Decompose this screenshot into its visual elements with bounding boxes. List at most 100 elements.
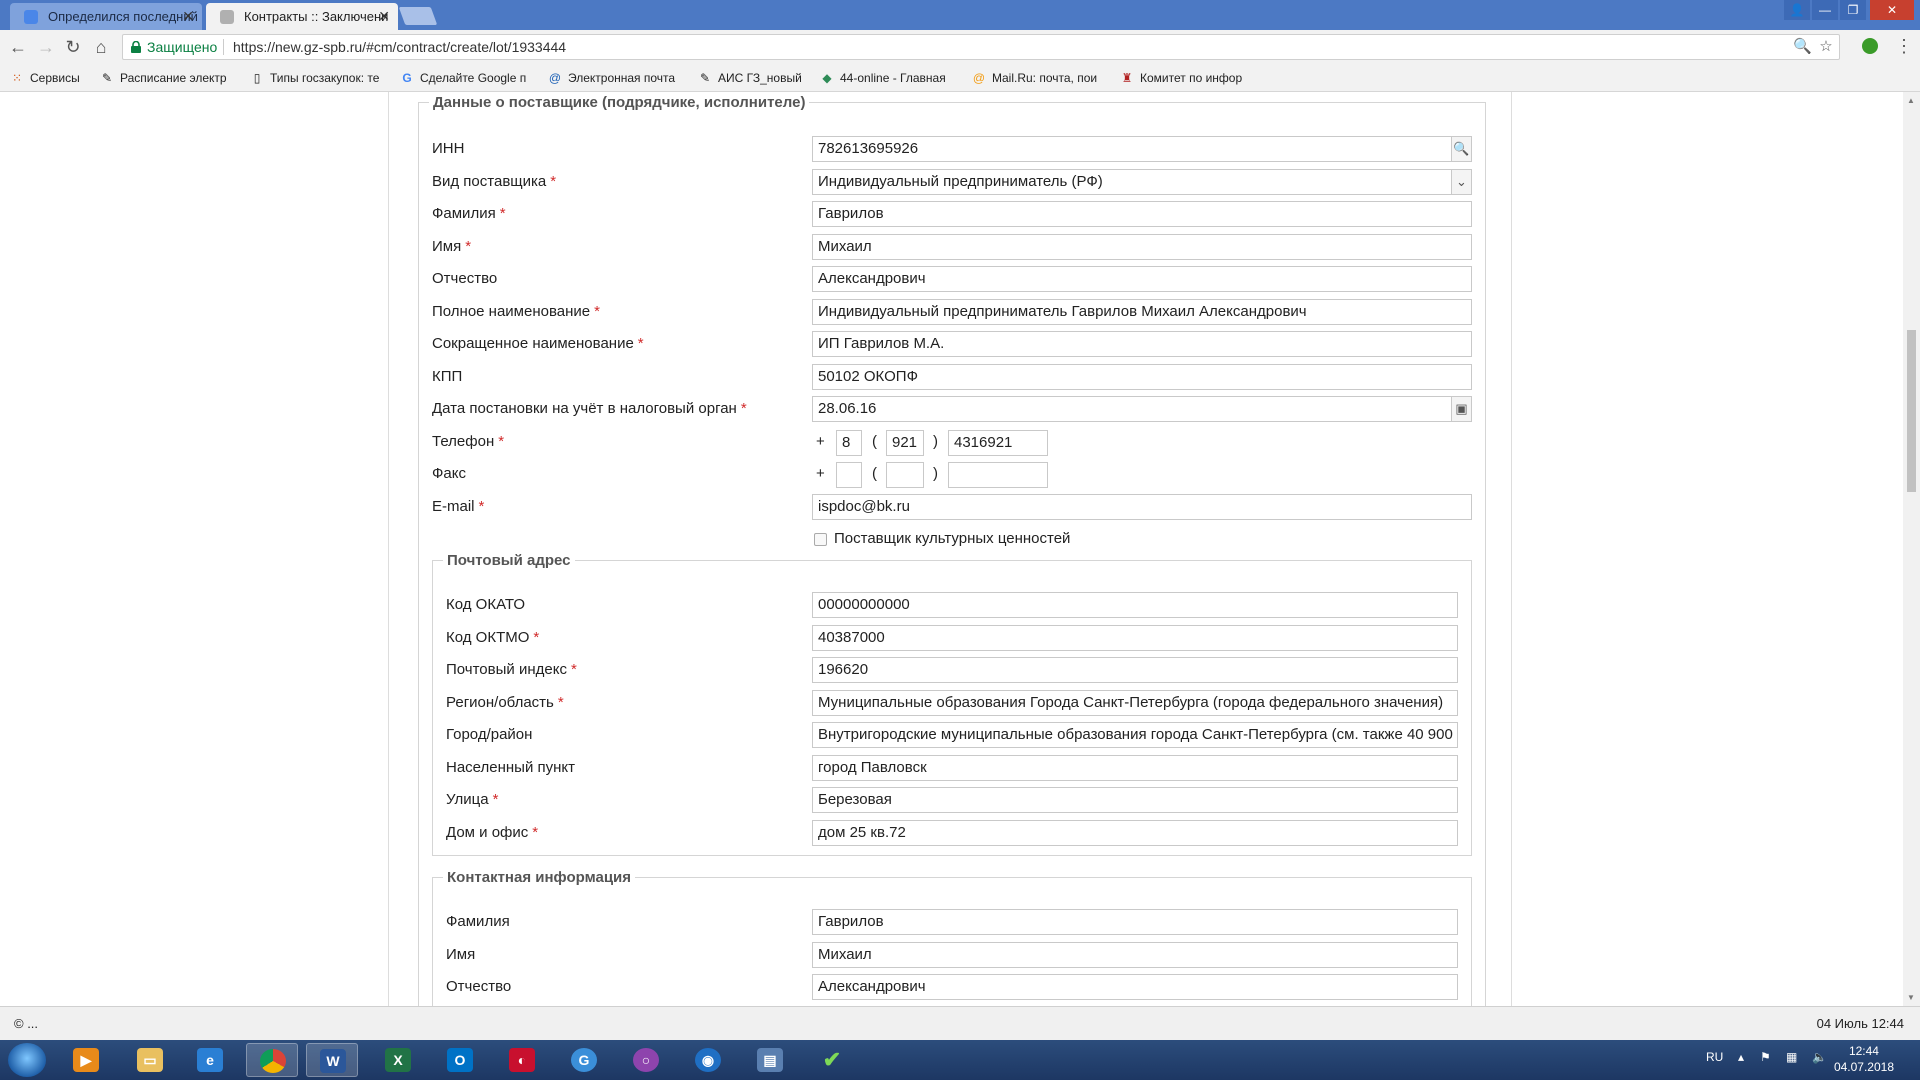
bookmark-44-online[interactable]: ◆ 44-online - Главная <box>820 70 962 86</box>
bookmark-google[interactable]: G Сделайте Google п <box>400 70 538 86</box>
disk-app-icon: ◉ <box>695 1048 721 1072</box>
contact-middle-name-field[interactable]: Александрович <box>812 974 1458 1000</box>
house-field[interactable]: дом 25 кв.72 <box>812 820 1458 846</box>
middle-name-field[interactable]: Александрович <box>812 266 1472 292</box>
taskbar-app-disk[interactable]: ◉ <box>682 1043 734 1077</box>
network-icon[interactable]: ▦ <box>1786 1050 1797 1064</box>
taskbar-app-check[interactable]: ✔ <box>806 1043 858 1077</box>
vertical-scrollbar[interactable]: ▲ ▼ <box>1903 92 1920 1006</box>
site-favicon-icon <box>24 10 38 24</box>
forward-arrow-icon[interactable]: → <box>36 37 56 57</box>
short-name-label: Сокращенное наименование * <box>432 335 644 352</box>
inn-field[interactable]: 782613695926 🔍 <box>812 136 1472 162</box>
taskbar-explorer[interactable]: ▭ <box>124 1043 176 1077</box>
close-tab-icon[interactable]: ✕ <box>182 3 194 30</box>
search-icon[interactable]: 🔍 <box>1451 137 1471 161</box>
last-name-field[interactable]: Гаврилов <box>812 201 1472 227</box>
email-field[interactable]: ispdoc@bk.ru <box>812 494 1472 520</box>
new-tab-button[interactable] <box>398 7 438 25</box>
fax-close-paren: ) <box>933 465 938 482</box>
action-center-icon[interactable]: ⚑ <box>1760 1050 1771 1064</box>
tool-icon: ✎ <box>101 71 113 85</box>
fax-plus: + <box>816 465 825 482</box>
reload-icon[interactable]: ↻ <box>63 37 83 57</box>
extension-icon[interactable] <box>1862 38 1878 54</box>
short-name-field[interactable]: ИП Гаврилов М.А. <box>812 331 1472 357</box>
home-icon[interactable]: ⌂ <box>91 37 111 57</box>
address-bar[interactable]: Защищено https://new.gz-spb.ru/#cm/contr… <box>122 34 1840 60</box>
user-icon[interactable]: 👤 <box>1784 0 1810 20</box>
taskbar-ie[interactable]: e <box>184 1043 236 1077</box>
postal-index-field[interactable]: 196620 <box>812 657 1458 683</box>
calendar-icon[interactable]: ▣ <box>1451 397 1471 421</box>
menu-kebab-icon[interactable]: ⋮ <box>1895 36 1913 56</box>
street-field[interactable]: Березовая <box>812 787 1458 813</box>
taskbar-app-purple[interactable]: ○ <box>620 1043 672 1077</box>
region-label: Регион/область * <box>446 694 564 711</box>
kpp-field[interactable]: 50102 ОКОПФ <box>812 364 1472 390</box>
zoom-icon[interactable]: 🔍 <box>1793 38 1812 56</box>
full-name-field[interactable]: Индивидуальный предприниматель Гаврилов … <box>812 299 1472 325</box>
bookmark-procurement-types[interactable]: ▯ Типы госзакупок: те <box>250 70 390 86</box>
maximize-button[interactable]: ❐ <box>1840 0 1866 20</box>
minimize-button[interactable]: — <box>1812 0 1838 20</box>
taskbar-chrome[interactable] <box>246 1043 298 1077</box>
taskbar-clock[interactable]: 12:44 04.07.2018 <box>1834 1043 1894 1075</box>
tray-expand-icon[interactable]: ▴ <box>1738 1050 1744 1064</box>
taskbar-outlook[interactable]: O <box>434 1043 486 1077</box>
middle-name-label: Отчество <box>432 270 498 287</box>
language-indicator[interactable]: RU <box>1706 1050 1723 1064</box>
internet-explorer-icon: e <box>197 1048 223 1072</box>
street-label: Улица * <box>446 791 499 808</box>
at-icon: @ <box>972 71 986 85</box>
contact-last-name-field[interactable]: Гаврилов <box>812 909 1458 935</box>
culture-supplier-checkbox[interactable] <box>814 533 827 546</box>
bookmark-email[interactable]: @ Электронная почта <box>548 70 688 86</box>
browser-tab-1[interactable]: Определился последний ✕ <box>10 3 202 30</box>
url-text[interactable]: https://new.gz-spb.ru/#cm/contract/creat… <box>233 35 566 59</box>
fax-number-field[interactable] <box>948 462 1048 488</box>
close-tab-icon[interactable]: ✕ <box>378 3 390 30</box>
start-button[interactable] <box>8 1043 46 1077</box>
volume-icon[interactable]: 🔈 <box>1812 1050 1827 1064</box>
region-field[interactable]: Муниципальные образования Города Санкт-П… <box>812 690 1458 716</box>
back-arrow-icon[interactable]: ← <box>8 37 28 57</box>
bookmark-schedule[interactable]: ✎ Расписание электр <box>100 70 238 86</box>
phone-country-field[interactable]: 8 <box>836 430 862 456</box>
contact-last-name-label: Фамилия <box>446 913 510 930</box>
okato-field[interactable]: 00000000000 <box>812 592 1458 618</box>
phone-number-field[interactable]: 4316921 <box>948 430 1048 456</box>
close-window-button[interactable]: ✕ <box>1870 0 1914 20</box>
bookmark-committee[interactable]: ♜ Комитет по инфор <box>1120 70 1256 86</box>
tax-date-field[interactable]: 28.06.16 ▣ <box>812 396 1472 422</box>
bookmark-star-icon[interactable]: ☆ <box>1817 38 1835 56</box>
taskbar-app-network[interactable]: ▤ <box>744 1043 796 1077</box>
scroll-up-icon[interactable]: ▲ <box>1907 96 1915 105</box>
scrollbar-thumb[interactable] <box>1907 330 1916 492</box>
bookmark-ais-gz[interactable]: ✎ АИС ГЗ_новый <box>698 70 810 86</box>
oktmo-field[interactable]: 40387000 <box>812 625 1458 651</box>
settlement-field[interactable]: город Павловск <box>812 755 1458 781</box>
taskbar-app-blue[interactable]: G <box>558 1043 610 1077</box>
tab-strip: Определился последний ✕ Контракты :: Зак… <box>0 0 1920 30</box>
first-name-field[interactable]: Михаил <box>812 234 1472 260</box>
city-field[interactable]: Внутригородские муниципальные образовани… <box>812 722 1458 748</box>
browser-tab-2[interactable]: Контракты :: Заключени ✕ <box>206 3 398 30</box>
okato-label: Код ОКАТО <box>446 596 526 613</box>
taskbar-excel[interactable]: X <box>372 1043 424 1077</box>
taskbar-media-player[interactable]: ▶ <box>60 1043 112 1077</box>
fax-country-field[interactable] <box>836 462 862 488</box>
phone-area-field[interactable]: 921 <box>886 430 924 456</box>
taskbar-app-red[interactable]: ◐ <box>496 1043 548 1077</box>
chevron-down-icon[interactable]: ⌄ <box>1451 170 1471 194</box>
taskbar-word[interactable]: W <box>306 1043 358 1077</box>
supplier-type-select[interactable]: Индивидуальный предприниматель (РФ) ⌄ <box>812 169 1472 195</box>
bookmark-mailru[interactable]: @ Mail.Ru: почта, пои <box>972 70 1108 86</box>
tab-title: Контракты :: Заключени <box>244 9 389 24</box>
bookmark-services[interactable]: ⁙ Сервисы <box>10 70 90 86</box>
contact-first-name-field[interactable]: Михаил <box>812 942 1458 968</box>
supplier-legend: Данные о поставщике (подрядчике, исполни… <box>433 94 806 111</box>
fax-area-field[interactable] <box>886 462 924 488</box>
scroll-down-icon[interactable]: ▼ <box>1907 993 1915 1002</box>
phone-plus: + <box>816 433 825 450</box>
